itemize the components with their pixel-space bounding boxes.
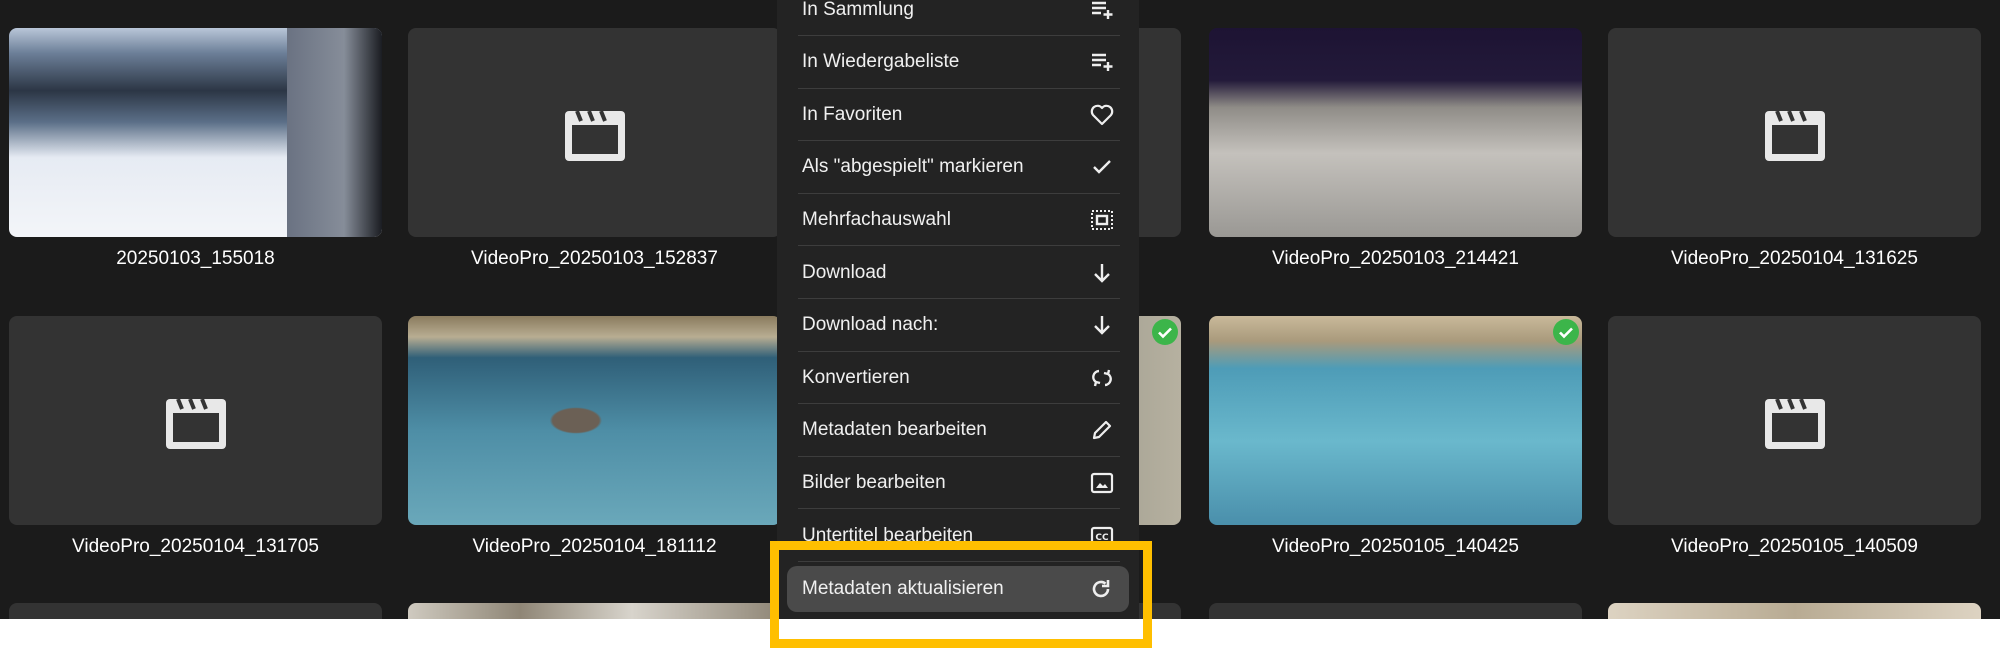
media-card[interactable] [408, 603, 781, 619]
media-title: VideoPro_20250104_181112 [472, 536, 717, 557]
menu-item-metadaten-aktualisieren[interactable]: Metadaten aktualisieren [787, 566, 1129, 612]
video-placeholder-thumbnail[interactable] [9, 316, 382, 525]
media-title: VideoPro_20250104_131625 [1671, 248, 1918, 269]
check-icon [1088, 153, 1116, 181]
menu-item-label: Download [802, 261, 887, 283]
video-placeholder-thumbnail[interactable] [1209, 603, 1582, 619]
clapperboard-icon [1763, 391, 1827, 451]
arrow-down-icon [1088, 259, 1116, 287]
media-title: VideoPro_20250103_152837 [471, 248, 718, 269]
video-thumbnail[interactable] [1209, 316, 1582, 525]
media-card[interactable]: VideoPro_20250105_140425 [1209, 316, 1582, 559]
clapperboard-icon [1763, 103, 1827, 163]
media-title: VideoPro_20250103_214421 [1272, 248, 1519, 269]
played-check-badge-icon [1553, 319, 1579, 345]
menu-item-label: Als "abgespielt" markieren [802, 156, 1024, 178]
video-placeholder-thumbnail[interactable] [408, 28, 781, 237]
menu-item-label: Metadaten bearbeiten [802, 419, 987, 441]
menu-item-label: Untertitel bearbeiten [802, 524, 974, 546]
menu-item-label: Download nach: [802, 314, 939, 336]
media-card[interactable]: VideoPro_20250104_131625 [1608, 28, 1981, 271]
heart-icon [1088, 101, 1116, 129]
closed-captions-icon: CC [1088, 522, 1116, 550]
media-card[interactable] [1608, 603, 1981, 619]
media-card[interactable] [9, 603, 382, 619]
context-menu: In Sammlung In Wiedergabeliste In Favorite… [777, 0, 1139, 619]
menu-item-label: Mehrfachauswahl [802, 208, 951, 230]
playlist-add-icon [1088, 48, 1116, 76]
video-placeholder-thumbnail[interactable] [1608, 316, 1981, 525]
pencil-icon [1088, 416, 1116, 444]
menu-item-label: In Sammlung [802, 0, 914, 20]
menu-item-download-nach[interactable]: Download nach: [798, 300, 1120, 352]
arrow-down-icon [1088, 311, 1116, 339]
clapperboard-icon [164, 391, 228, 451]
menu-item-mehrfachauswahl[interactable]: Mehrfachauswahl [798, 194, 1120, 247]
media-card[interactable]: 20250103_155018 [9, 28, 382, 271]
media-card[interactable]: VideoPro_20250104_181112 [408, 316, 781, 559]
media-title: VideoPro_20250104_131705 [72, 536, 319, 557]
media-card[interactable]: VideoPro_20250103_214421 [1209, 28, 1582, 271]
media-card[interactable]: VideoPro_20250105_140509 [1608, 316, 1981, 559]
video-thumbnail[interactable] [1608, 603, 1981, 619]
menu-item-label: In Favoriten [802, 103, 903, 125]
video-placeholder-thumbnail[interactable] [9, 603, 382, 619]
played-check-badge-icon [1152, 319, 1178, 345]
media-title: VideoPro_20250105_140509 [1671, 536, 1918, 557]
media-card[interactable]: VideoPro_20250103_152837 [408, 28, 781, 271]
menu-item-als-abgespielt-markieren[interactable]: Als "abgespielt" markieren [798, 142, 1120, 194]
convert-icon [1088, 364, 1116, 392]
menu-item-label: Metadaten aktualisieren [802, 578, 1004, 599]
playlist-add-icon [1088, 0, 1116, 24]
video-placeholder-thumbnail[interactable] [1608, 28, 1981, 237]
select-all-icon [1088, 206, 1116, 234]
refresh-icon [1087, 575, 1115, 603]
menu-item-metadaten-bearbeiten[interactable]: Metadaten bearbeiten [798, 405, 1120, 457]
menu-item-untertitel-bearbeiten[interactable]: Untertitel bearbeiten CC [798, 510, 1120, 562]
menu-item-label: Konvertieren [802, 366, 910, 388]
menu-item-label: Bilder bearbeiten [802, 471, 946, 493]
video-thumbnail[interactable] [408, 603, 781, 619]
clapperboard-icon [563, 103, 627, 163]
menu-item-in-sammlung[interactable]: In Sammlung [798, 0, 1120, 36]
svg-text:CC: CC [1095, 533, 1109, 543]
video-thumbnail[interactable] [1209, 28, 1582, 237]
menu-item-konvertieren[interactable]: Konvertieren [798, 352, 1120, 405]
menu-item-bilder-bearbeiten[interactable]: Bilder bearbeiten [798, 457, 1120, 510]
video-thumbnail[interactable] [9, 28, 382, 237]
media-card[interactable]: VideoPro_20250104_131705 [9, 316, 382, 559]
media-card[interactable] [1209, 603, 1582, 619]
menu-item-in-favoriten[interactable]: In Favoriten [798, 89, 1120, 142]
video-thumbnail[interactable] [408, 316, 781, 525]
image-icon [1088, 469, 1116, 497]
media-title: 20250103_155018 [116, 248, 275, 269]
menu-item-download[interactable]: Download [798, 247, 1120, 299]
media-title: VideoPro_20250105_140425 [1272, 536, 1519, 557]
menu-item-label: In Wiedergabeliste [802, 51, 960, 73]
menu-item-in-wiedergabeliste[interactable]: In Wiedergabeliste [798, 37, 1120, 89]
